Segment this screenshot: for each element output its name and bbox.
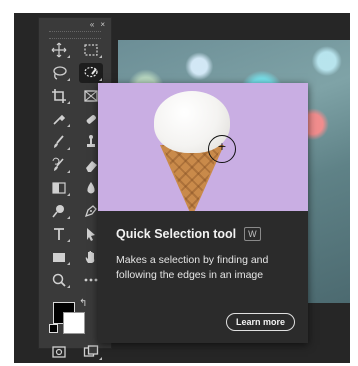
tool-row <box>39 63 111 85</box>
gradient-icon[interactable] <box>47 178 71 198</box>
background-color-swatch[interactable] <box>63 312 85 334</box>
type-icon[interactable] <box>47 224 71 244</box>
eyedropper-icon[interactable] <box>47 109 71 129</box>
tooltip-title: Quick Selection tool <box>116 227 237 241</box>
document-area: « × ↰ + Quick Selection tool W Makes a s… <box>14 13 350 363</box>
default-colors-icon[interactable] <box>49 324 58 333</box>
double-chevron-left-icon[interactable]: « <box>90 20 94 29</box>
crop-icon[interactable] <box>47 86 71 106</box>
tool-row <box>39 40 111 62</box>
crosshair-icon: + <box>217 140 227 153</box>
lasso-icon[interactable] <box>47 63 71 83</box>
history-brush-icon[interactable] <box>47 155 71 175</box>
panel-grip[interactable] <box>49 31 101 39</box>
swap-colors-icon[interactable]: ↰ <box>79 298 87 309</box>
learn-more-button[interactable]: Learn more <box>225 313 295 331</box>
quick-selection-icon[interactable] <box>79 63 103 83</box>
tools-panel-header: « × <box>39 18 111 31</box>
brush-icon[interactable] <box>47 132 71 152</box>
rectangle-icon[interactable] <box>47 247 71 267</box>
rich-tooltip: + Quick Selection tool W Makes a selecti… <box>98 83 308 343</box>
rectangular-marquee-icon[interactable] <box>79 40 103 60</box>
quick-mask-icon[interactable] <box>47 342 71 362</box>
shortcut-badge: W <box>244 227 261 241</box>
tooltip-preview-image: + <box>98 83 308 211</box>
tooltip-description: Makes a selection by finding and followi… <box>116 254 269 281</box>
screen-mode-icon[interactable] <box>79 342 103 362</box>
move-tool-icon[interactable] <box>47 40 71 60</box>
close-icon[interactable]: × <box>100 20 105 29</box>
dodge-icon[interactable] <box>47 201 71 221</box>
zoom-icon[interactable] <box>47 270 71 290</box>
